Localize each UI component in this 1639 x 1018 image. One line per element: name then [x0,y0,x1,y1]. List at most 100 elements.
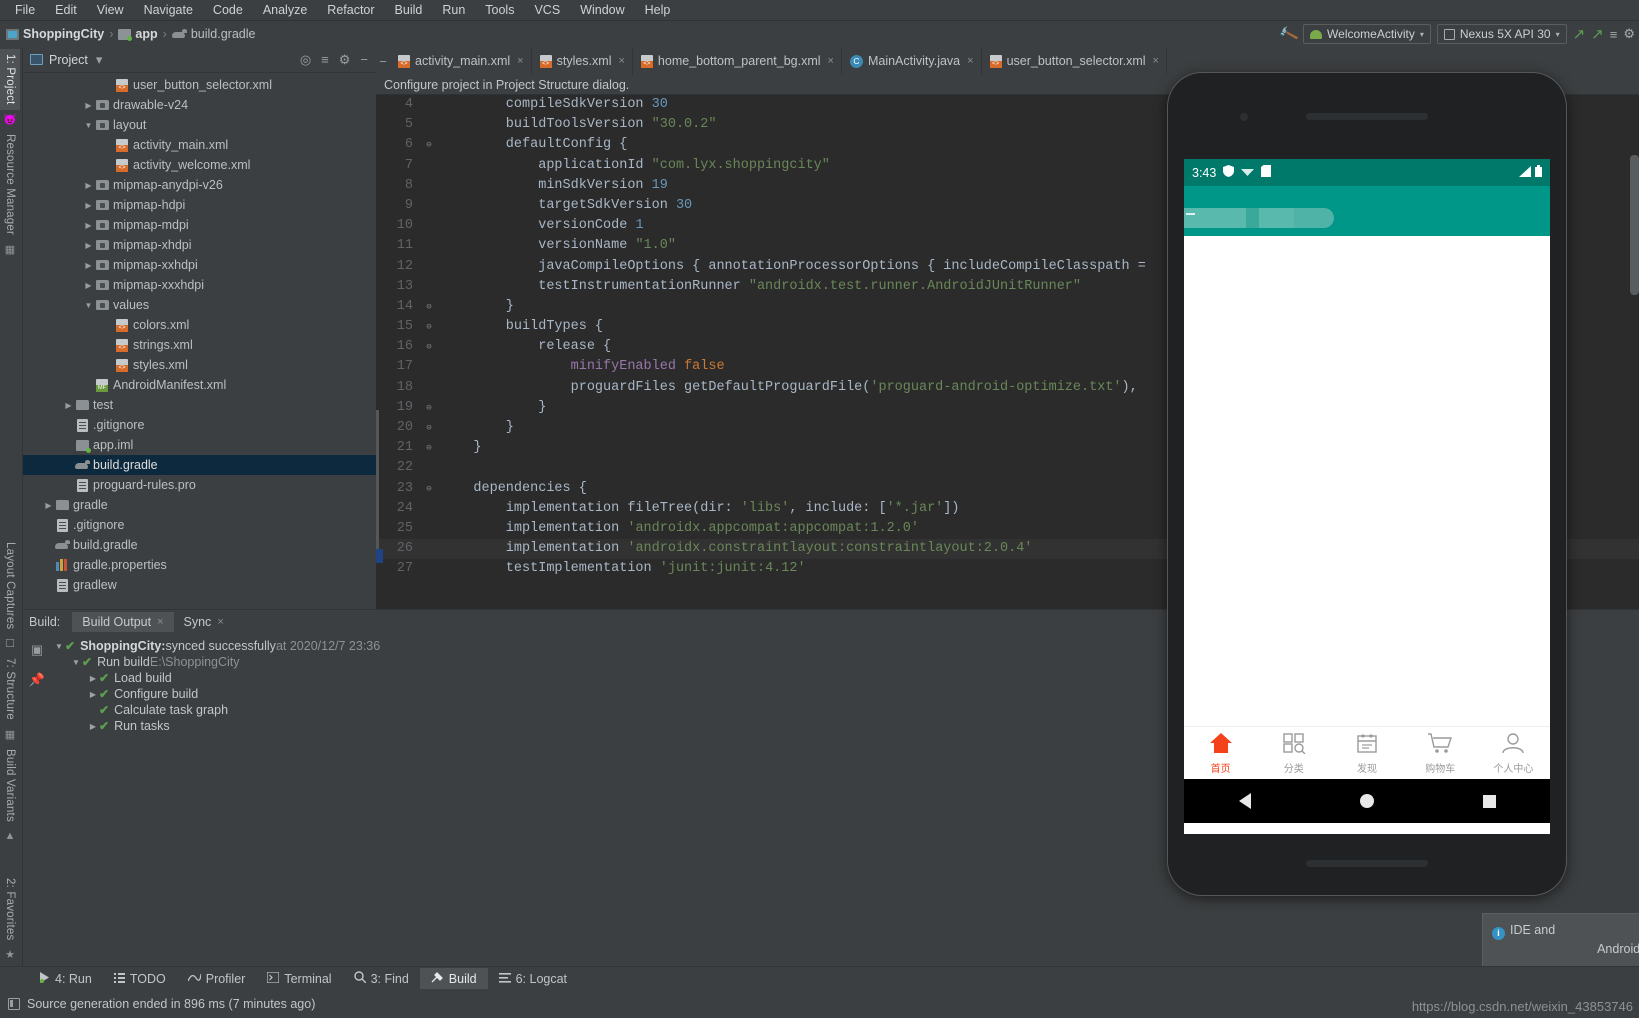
fold-toggle-icon[interactable]: ⊖ [422,317,436,337]
menu-item-analyze[interactable]: Analyze [254,1,316,19]
restart-icon[interactable]: ▣ [31,642,43,658]
tree-item-mipmap-xhdpi[interactable]: ▶ mipmap-xhdpi [23,235,376,255]
avd-manager-icon[interactable]: ⚙ [1623,26,1635,42]
tree-item-gradle-properties[interactable]: gradle.properties [23,555,376,575]
tree-item-activity-welcome-xml[interactable]: activity_welcome.xml [23,155,376,175]
build-twisty[interactable]: ▼ [70,658,82,667]
fold-toggle-icon[interactable] [422,499,436,519]
fold-toggle-icon[interactable]: ⊖ [422,438,436,458]
build-twisty[interactable]: ▼ [53,642,65,651]
tool-window-terminal[interactable]: Terminal [256,969,342,989]
ide-notification-balloon[interactable]: iIDE and Android S [1482,913,1639,967]
close-icon[interactable]: × [1153,55,1159,67]
emulator-window[interactable]: 3:43 首页 分类 发现 购物车 个人中心 [1168,73,1566,895]
tree-item-build-gradle[interactable]: build.gradle [23,535,376,555]
tree-item-mipmap-anydpi-v26[interactable]: ▶ mipmap-anydpi-v26 [23,175,376,195]
fold-toggle-icon[interactable]: ⊖ [422,337,436,357]
tree-item-mipmap-hdpi[interactable]: ▶ mipmap-hdpi [23,195,376,215]
fold-toggle-icon[interactable]: ⊖ [422,479,436,499]
build-twisty[interactable]: ▶ [87,722,99,731]
fold-toggle-icon[interactable] [422,196,436,216]
tab-minimize-icon[interactable]: − [376,47,390,75]
sidebar-item-layout-captures[interactable]: Layout Captures [0,537,20,634]
menu-item-help[interactable]: Help [636,1,680,19]
tree-twisty[interactable]: ▶ [63,401,74,410]
menu-item-code[interactable]: Code [204,1,252,19]
fold-toggle-icon[interactable] [422,559,436,579]
tree-twisty[interactable]: ▶ [83,221,94,230]
minimize-icon[interactable]: − [358,52,370,67]
gear-icon[interactable]: ⚙ [337,52,353,68]
fold-toggle-icon[interactable] [422,115,436,135]
tree-item-styles-xml[interactable]: styles.xml [23,355,376,375]
editor-tab-styles-xml[interactable]: styles.xml × [531,47,633,75]
fold-toggle-icon[interactable] [422,257,436,277]
tree-item-androidmanifest-xml[interactable]: AndroidManifest.xml [23,375,376,395]
tree-item-test[interactable]: ▶ test [23,395,376,415]
fold-toggle-icon[interactable] [422,216,436,236]
home-icon[interactable] [1359,794,1374,808]
close-icon-build-output[interactable]: × [157,616,163,628]
collapse-icon[interactable]: ≡ [319,52,331,67]
editor-tab-activity-main-xml[interactable]: activity_main.xml × [390,47,532,75]
menu-item-vcs[interactable]: VCS [525,1,569,19]
fold-toggle-icon[interactable]: ⊖ [422,297,436,317]
tree-item-gradlew[interactable]: gradlew [23,575,376,595]
tool-window-todo[interactable]: TODO [103,969,177,989]
chevron-down-icon-project[interactable]: ▾ [94,52,105,68]
close-icon[interactable]: × [618,55,624,67]
tree-item-activity-main-xml[interactable]: activity_main.xml [23,135,376,155]
tree-twisty[interactable]: ▼ [83,121,94,130]
editor-tab-user-button-selector-xml[interactable]: user_button_selector.xml × [981,47,1167,75]
recents-icon[interactable] [1482,794,1496,808]
fold-toggle-icon[interactable] [422,458,436,478]
bottom-nav-category-icon[interactable]: 分类 [1257,727,1330,779]
tab-build-output[interactable]: Build Output × [72,612,174,632]
tree-twisty[interactable]: ▶ [83,181,94,190]
fold-toggle-icon[interactable]: ⊖ [422,135,436,155]
sidebar-item-project[interactable]: 1: Project [0,49,20,110]
fold-toggle-icon[interactable] [422,519,436,539]
device-selector[interactable]: Nexus 5X API 30 ▾ [1436,24,1567,44]
menu-item-file[interactable]: File [6,1,44,19]
fold-toggle-icon[interactable]: ⊖ [422,398,436,418]
tree-item-app-iml[interactable]: app.iml [23,435,376,455]
run-configuration-selector[interactable]: WelcomeActivity ▾ [1303,24,1431,44]
fold-toggle-icon[interactable] [422,277,436,297]
sidebar-item-structure[interactable]: 7: Structure [0,653,20,725]
tree-twisty[interactable]: ▶ [83,201,94,210]
editor-scrollbar[interactable] [1630,155,1639,295]
tree-item-proguard-rules-pro[interactable]: proguard-rules.pro [23,475,376,495]
tree-item-colors-xml[interactable]: colors.xml [23,315,376,335]
run-arrow-icon[interactable]: ↗ [1573,25,1586,43]
breadcrumb-project[interactable]: ShoppingCity [6,27,104,41]
close-icon-sync[interactable]: × [217,616,223,628]
fold-toggle-icon[interactable] [422,378,436,398]
tree-item-gradle[interactable]: ▶ gradle [23,495,376,515]
fold-toggle-icon[interactable] [422,357,436,377]
tree-item-mipmap-xxxhdpi[interactable]: ▶ mipmap-xxxhdpi [23,275,376,295]
editor-tab-mainactivity-java[interactable]: C MainActivity.java × [841,47,982,75]
menu-item-tools[interactable]: Tools [476,1,523,19]
sidebar-item-favorites[interactable]: 2: Favorites [0,873,20,945]
tree-twisty[interactable]: ▶ [43,501,54,510]
breadcrumb-file[interactable]: build.gradle [171,27,255,41]
tool-window-3-find[interactable]: 3: Find [343,968,420,989]
build-twisty[interactable]: ▶ [87,674,99,683]
fold-toggle-icon[interactable] [422,236,436,256]
menu-item-run[interactable]: Run [433,1,474,19]
close-icon[interactable]: × [517,55,523,67]
fold-toggle-icon[interactable] [422,156,436,176]
fold-toggle-icon[interactable] [422,95,436,115]
tree-item-user-button-selector-xml[interactable]: user_button_selector.xml [23,75,376,95]
tree-item-layout[interactable]: ▼ layout [23,115,376,135]
menu-item-refactor[interactable]: Refactor [318,1,383,19]
tree-item--gitignore[interactable]: .gitignore [23,415,376,435]
tree-twisty[interactable]: ▶ [83,281,94,290]
tree-item-mipmap-xxhdpi[interactable]: ▶ mipmap-xxhdpi [23,255,376,275]
target-icon[interactable]: ◎ [298,52,313,68]
tool-window-build[interactable]: Build [419,968,488,989]
back-icon[interactable] [1238,793,1251,809]
close-icon[interactable]: × [967,55,973,67]
tree-twisty[interactable]: ▶ [83,101,94,110]
